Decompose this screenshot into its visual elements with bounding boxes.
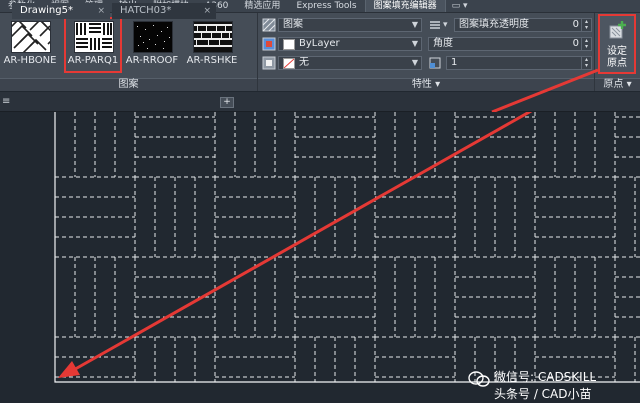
transparency-field[interactable]: 图案填充透明度 0 ▴ ▾ [454,18,592,32]
annotation-arrow-head [58,361,80,378]
set-origin-button[interactable]: 设定 原点 [598,14,636,74]
document-tab-bar [0,92,640,112]
color-swatch [283,39,295,50]
set-origin-label-line1: 设定 [607,46,627,57]
angle-field[interactable]: 角度 0 ▴ ▾ [428,37,592,51]
hatch-pattern-area [54,112,640,383]
hatch-color-dropdown[interactable]: ByLayer ▼ [278,37,422,51]
rshke-pattern-icon [193,21,233,53]
doc-tab-hatch03[interactable]: HATCH03* × [112,3,216,19]
hatch-boundary [54,112,640,383]
hatch-type-dropdown[interactable]: 图案 ▼ [278,18,422,32]
property-row-type: 图案 ▼ ▾ 图案填充透明度 0 ▴ ▾ [262,17,594,33]
pattern-swatch-ar-rshke[interactable]: AR-RSHKE [184,13,240,75]
swatch-label: AR-RROOF [125,55,179,66]
tab-menu-icon[interactable]: ≡ [2,96,10,107]
property-row-color: ByLayer ▼ 角度 0 ▴ ▾ [262,36,594,52]
ribbon-tab-express-tools[interactable]: Express Tools [288,0,364,12]
close-tab-icon[interactable]: × [203,3,211,19]
watermark-wechat-id: 微信号: CADSKILL [494,370,597,384]
property-row-background: 无 ▼ 1 ▴ ▾ [262,55,594,71]
watermark: 微信号: CADSKILL 头条号 / CAD小苗 [468,366,638,402]
pattern-swatch-ar-hbone[interactable]: AR-HBONE [2,13,58,75]
wechat-icon [468,370,490,388]
close-tab-icon[interactable]: × [97,3,105,19]
hbone-pattern-icon [11,21,51,53]
pattern-swatch-ar-rroof[interactable]: AR-RROOF [124,13,180,75]
doc-tab-drawing5[interactable]: Drawing5* × [12,3,110,19]
swatch-label: AR-RSHKE [186,55,238,66]
origin-panel-title[interactable]: 原点 ▾ [595,78,640,91]
hatch-type-icon [262,18,276,32]
ribbon-options-button[interactable]: ▭ ▾ [446,1,474,11]
rroof-pattern-icon [133,21,173,53]
set-origin-label-line2: 原点 [607,58,627,69]
background-color-dropdown[interactable]: 无 ▼ [278,56,422,70]
scale-field[interactable]: 1 ▴ ▾ [446,56,592,70]
ribbon: AR-HBONE AR-PARQ1 AR-RROOF AR-RSHKE 图案 图… [0,13,640,91]
new-tab-button[interactable]: + [220,97,234,108]
scale-icon [428,56,442,70]
transparency-icon [428,18,442,32]
transparency-dropdown-arrow[interactable]: ▾ [443,20,448,30]
set-origin-icon [608,20,628,40]
properties-panel-title[interactable]: 特性 ▾ [258,78,594,91]
none-swatch-icon [283,58,295,69]
ribbon-tab-featured-apps[interactable]: 精选应用 [236,0,288,12]
watermark-toutiao-id: 头条号 / CAD小苗 [494,387,592,401]
swatch-label: AR-HBONE [3,55,57,66]
background-color-icon [262,56,276,70]
pattern-panel-title: 图案 [0,78,257,91]
selected-swatch-highlight [64,17,122,73]
hatch-color-icon [262,37,276,51]
ribbon-tab-hatch-editor[interactable]: 图案填充编辑器 [364,0,446,12]
